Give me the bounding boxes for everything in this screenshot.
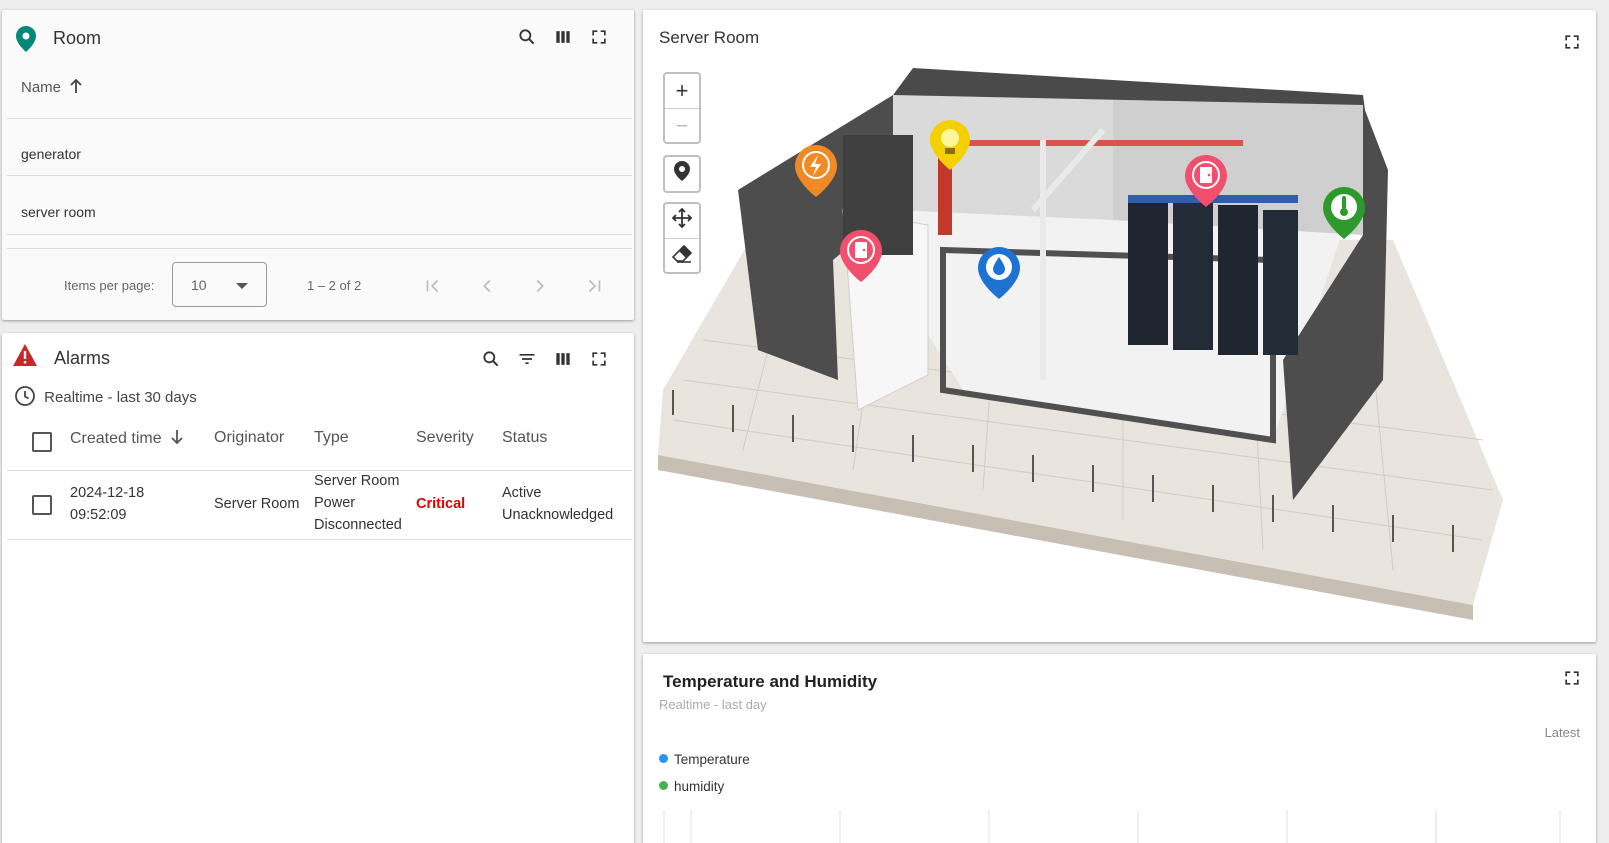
items-per-page-select[interactable]: 10 bbox=[172, 262, 267, 307]
door-marker-1[interactable] bbox=[840, 230, 882, 287]
clock-icon bbox=[14, 385, 36, 411]
divider bbox=[7, 175, 632, 176]
timewindow-label: Realtime - last day bbox=[659, 697, 767, 712]
arrow-down-icon bbox=[170, 429, 184, 450]
chart-area bbox=[663, 810, 1561, 843]
timewindow-label: Realtime - last 30 days bbox=[44, 389, 197, 406]
server-racks bbox=[1128, 195, 1298, 355]
originator-cell: Server Room bbox=[214, 496, 300, 512]
created-time-cell: 2024-12-18 09:52:09 bbox=[70, 482, 144, 526]
severity-cell: Critical bbox=[416, 496, 466, 512]
alarms-card: Alarms Realtime - last 30 days Created t… bbox=[2, 333, 634, 843]
legend-dot bbox=[659, 754, 668, 763]
type-line: Server Room bbox=[314, 473, 400, 489]
type-line: Disconnected bbox=[314, 517, 402, 533]
row-checkbox[interactable] bbox=[32, 495, 52, 515]
server-room-image[interactable] bbox=[643, 60, 1596, 642]
first-page-icon[interactable] bbox=[419, 272, 447, 300]
created-time: 09:52:09 bbox=[70, 507, 127, 523]
severity-header[interactable]: Severity bbox=[416, 429, 474, 447]
next-page-icon[interactable] bbox=[526, 272, 554, 300]
legend-label: Temperature bbox=[674, 752, 750, 767]
last-page-icon[interactable] bbox=[580, 272, 608, 300]
filter-icon[interactable] bbox=[515, 347, 539, 371]
zoom-out-button[interactable]: − bbox=[665, 108, 699, 142]
location-pin-icon bbox=[16, 26, 36, 57]
room-card: Room Name generator server room Items pe… bbox=[2, 10, 634, 320]
previous-page-icon[interactable] bbox=[473, 272, 501, 300]
created-time-header[interactable]: Created time bbox=[70, 429, 184, 450]
legend-humidity[interactable]: humidity bbox=[659, 779, 724, 794]
fullscreen-icon[interactable] bbox=[587, 347, 611, 371]
arrow-up-icon bbox=[69, 78, 83, 98]
columns-icon[interactable] bbox=[551, 347, 575, 371]
name-header-label: Name bbox=[21, 79, 62, 96]
fullscreen-icon[interactable] bbox=[1560, 666, 1584, 690]
status-line: Unacknowledged bbox=[502, 507, 614, 523]
timewindow-button[interactable]: Realtime - last 30 days bbox=[14, 385, 197, 411]
items-per-page-value: 10 bbox=[191, 277, 207, 293]
room-name: server room bbox=[21, 204, 96, 220]
fullscreen-icon[interactable] bbox=[587, 25, 611, 49]
legend-dot bbox=[659, 781, 668, 790]
place-marker-button[interactable] bbox=[663, 155, 701, 193]
divider bbox=[7, 234, 632, 235]
door-marker-2[interactable] bbox=[1185, 155, 1227, 212]
alarms-title: Alarms bbox=[54, 348, 111, 368]
columns-icon[interactable] bbox=[551, 25, 575, 49]
page-range-label: 1 – 2 of 2 bbox=[307, 278, 362, 293]
fullscreen-icon[interactable] bbox=[1560, 30, 1584, 54]
temperature-marker[interactable] bbox=[1323, 187, 1365, 244]
warning-icon bbox=[12, 343, 38, 372]
server-room-card: Server Room + − bbox=[643, 10, 1596, 642]
status-line: Active bbox=[502, 485, 542, 501]
latest-label: Latest bbox=[1544, 725, 1580, 740]
erase-button[interactable] bbox=[665, 238, 699, 272]
name-column-header[interactable]: Name bbox=[21, 78, 83, 98]
room-name: generator bbox=[21, 146, 81, 162]
status-cell: Active Unacknowledged bbox=[502, 482, 613, 526]
temperature-humidity-title: Temperature and Humidity bbox=[663, 672, 878, 691]
divider bbox=[7, 539, 632, 540]
created-date: 2024-12-18 bbox=[70, 485, 145, 501]
select-all-checkbox[interactable] bbox=[32, 432, 52, 452]
zoom-in-button[interactable]: + bbox=[665, 74, 699, 108]
water-marker[interactable] bbox=[978, 247, 1020, 304]
type-line: Power bbox=[314, 495, 356, 511]
legend-temperature[interactable]: Temperature bbox=[659, 752, 750, 767]
move-icon bbox=[671, 207, 693, 234]
search-icon[interactable] bbox=[515, 25, 539, 49]
created-time-header-label: Created time bbox=[70, 430, 162, 447]
power-marker[interactable] bbox=[795, 145, 837, 202]
items-per-page-label: Items per page: bbox=[64, 278, 155, 293]
dropdown-caret-icon bbox=[236, 283, 248, 289]
temperature-humidity-card: Temperature and Humidity Realtime - last… bbox=[643, 654, 1596, 843]
search-icon[interactable] bbox=[479, 347, 503, 371]
light-marker[interactable] bbox=[930, 120, 970, 175]
room-title: Room bbox=[53, 28, 102, 48]
status-header[interactable]: Status bbox=[502, 429, 547, 447]
originator-header[interactable]: Originator bbox=[214, 429, 284, 447]
divider bbox=[7, 118, 632, 119]
map-pin-icon bbox=[674, 161, 690, 187]
type-cell: Server Room Power Disconnected bbox=[314, 470, 402, 536]
table-row[interactable]: 2024-12-18 09:52:09 Server Room Server R… bbox=[2, 470, 634, 539]
move-button[interactable] bbox=[665, 204, 699, 238]
divider bbox=[7, 248, 632, 249]
edit-control bbox=[663, 202, 701, 274]
legend-label: humidity bbox=[674, 779, 725, 794]
eraser-icon bbox=[671, 243, 693, 269]
zoom-control: + − bbox=[663, 72, 701, 144]
type-header[interactable]: Type bbox=[314, 429, 349, 447]
server-room-title: Server Room bbox=[659, 28, 760, 47]
